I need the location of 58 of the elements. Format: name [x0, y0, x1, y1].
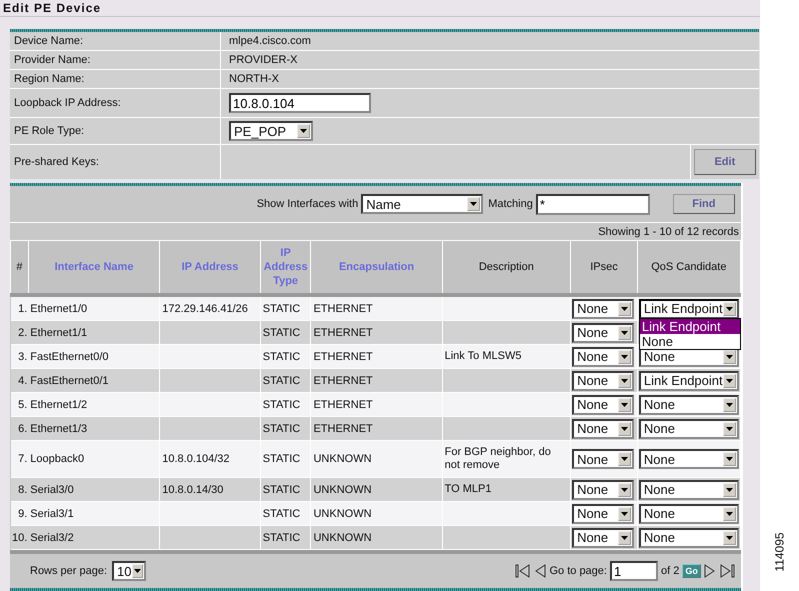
go-to-page-label: Go to page:: [549, 565, 607, 577]
go-button[interactable]: Go: [682, 564, 701, 578]
select-field[interactable]: None: [638, 449, 739, 469]
field-value: mlpe4.cisco.com: [229, 35, 311, 47]
next-page-icon[interactable]: [704, 564, 715, 578]
field-label: Loopback IP Address:: [14, 97, 121, 109]
column-header: Description: [442, 240, 571, 295]
column-header: IPsec: [570, 240, 638, 295]
page-field[interactable]: 1: [610, 561, 658, 581]
select-field[interactable]: None: [638, 480, 739, 500]
last-page-icon[interactable]: [718, 564, 735, 578]
select-field[interactable]: None: [572, 504, 634, 524]
select-field[interactable]: None: [572, 418, 634, 438]
find-button[interactable]: Find: [672, 194, 735, 214]
select-field[interactable]: None: [572, 322, 634, 342]
field-label: Region Name:: [14, 73, 84, 85]
select-field[interactable]: Name: [361, 194, 484, 214]
select-field[interactable]: None: [572, 449, 634, 469]
select-field[interactable]: None: [572, 298, 634, 318]
field-value: PROVIDER-X: [229, 54, 298, 66]
matching-label: Matching: [488, 198, 533, 210]
select-field[interactable]: Link Endpoint: [638, 370, 739, 390]
column-header: #: [10, 240, 28, 295]
page-title: Edit PE Device: [3, 1, 102, 15]
select-field[interactable]: None: [572, 370, 634, 390]
field-label: Pre-shared Keys:: [14, 156, 99, 168]
field-label: Provider Name:: [14, 54, 90, 66]
column-header: QoS Candidate: [637, 240, 740, 295]
dropdown-option[interactable]: Link Endpoint: [640, 319, 740, 334]
select-field[interactable]: Link Endpoint: [638, 298, 739, 318]
table-cell: 10.: [10, 526, 28, 550]
select-field[interactable]: None: [638, 394, 739, 414]
select-field[interactable]: 10: [112, 561, 146, 581]
first-page-icon[interactable]: [515, 564, 532, 578]
rows-per-page-label: Rows per page:: [30, 565, 108, 577]
select-field[interactable]: None: [572, 394, 634, 414]
select-field[interactable]: None: [572, 346, 634, 366]
table-cell: UNKNOWN: [310, 526, 442, 550]
page-count: of 2: [660, 565, 680, 577]
dropdown-option[interactable]: None: [640, 334, 740, 349]
filter-label: Show Interfaces with: [256, 198, 358, 210]
previous-page-icon[interactable]: [535, 564, 546, 578]
select-field[interactable]: None: [638, 528, 739, 548]
table-cell: STATIC: [260, 526, 311, 550]
select-field[interactable]: None: [572, 528, 634, 548]
table-cell: Serial3/2: [28, 526, 160, 550]
field-value: NORTH-X: [229, 73, 279, 85]
input-field[interactable]: 10.8.0.104: [229, 93, 371, 113]
records-count: Showing 1 - 10 of 12 records: [598, 226, 739, 238]
field-label: PE Role Type:: [14, 125, 84, 137]
field-label: Device Name:: [14, 35, 84, 47]
edit-button[interactable]: Edit: [694, 149, 756, 175]
select-field[interactable]: None: [638, 418, 739, 438]
select-field[interactable]: None: [638, 504, 739, 524]
figure-number: 114095: [772, 532, 786, 572]
select-field[interactable]: PE_POP: [229, 121, 313, 141]
select-field[interactable]: None: [572, 480, 634, 500]
matching-field[interactable]: *: [536, 194, 650, 214]
